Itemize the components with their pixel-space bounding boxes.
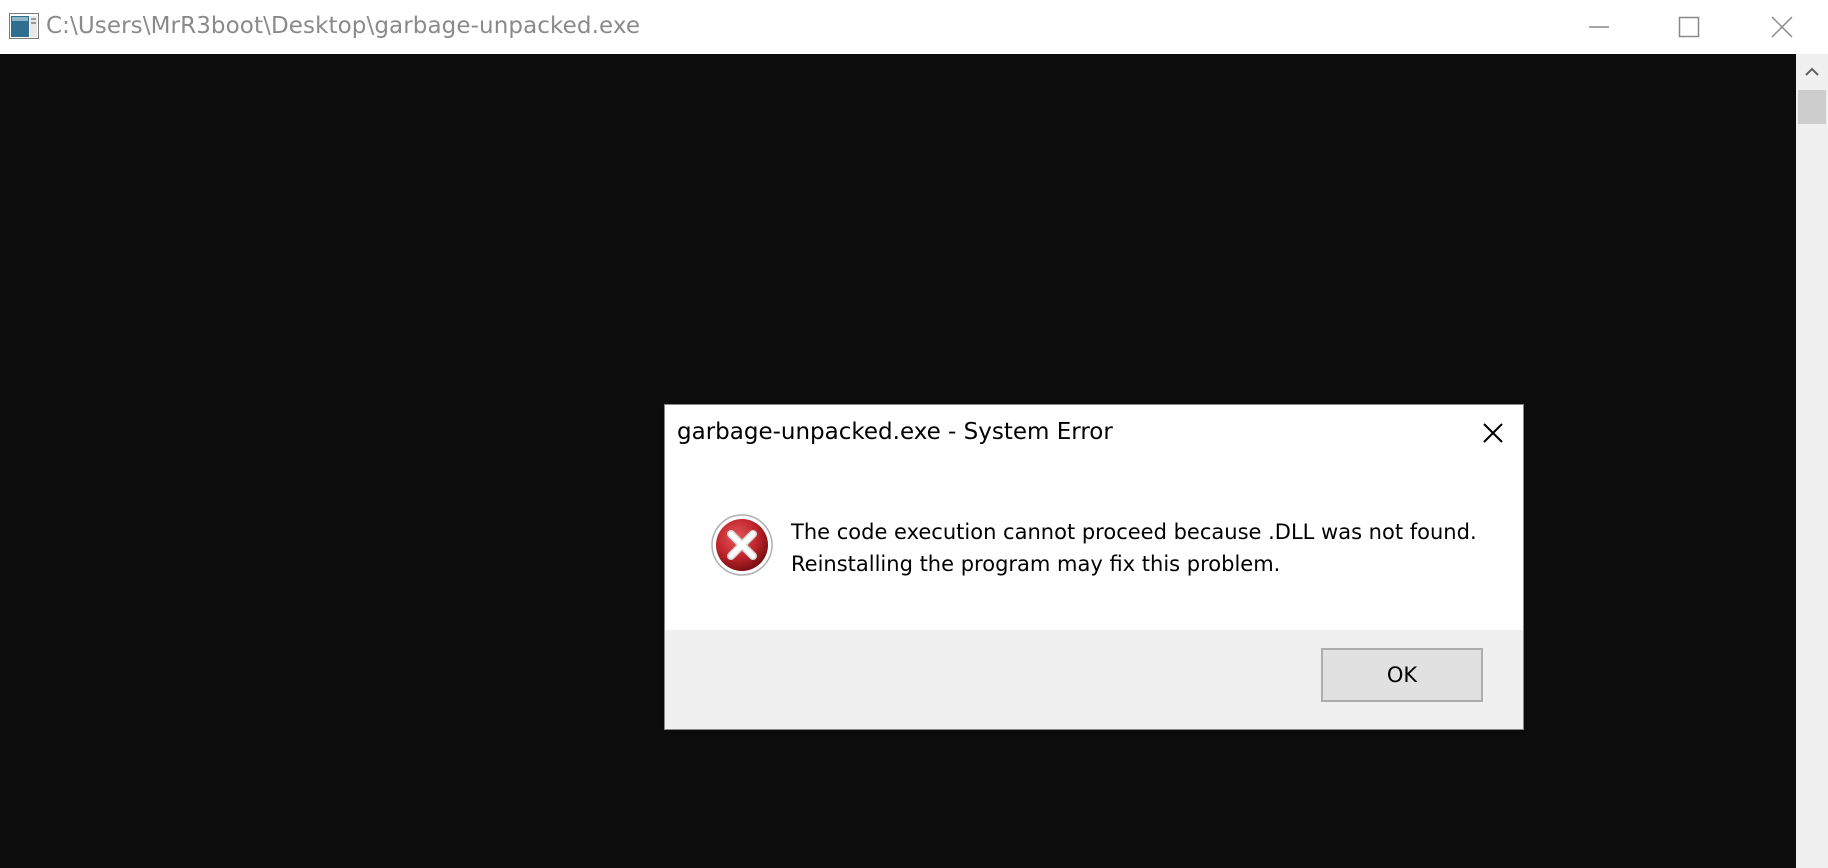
close-icon	[1481, 421, 1505, 449]
title-bar[interactable]: C:\Users\MrR3boot\Desktop\garbage-unpack…	[0, 0, 1828, 54]
ok-button[interactable]: OK	[1321, 648, 1483, 702]
scroll-up-button[interactable]	[1796, 54, 1828, 88]
minimize-button[interactable]	[1554, 0, 1644, 54]
close-icon	[1771, 16, 1793, 38]
console-window: C:\Users\MrR3boot\Desktop\garbage-unpack…	[0, 0, 1828, 868]
error-icon	[710, 513, 774, 577]
dialog-button-bar: OK	[665, 630, 1523, 729]
vertical-scrollbar[interactable]	[1796, 54, 1828, 868]
error-message: The code execution cannot proceed becaus…	[791, 516, 1477, 580]
scrollbar-thumb[interactable]	[1798, 90, 1826, 124]
dialog-title: garbage-unpacked.exe - System Error	[677, 419, 1113, 445]
maximize-button[interactable]	[1644, 0, 1734, 54]
error-message-line2: Reinstalling the program may fix this pr…	[791, 552, 1281, 576]
minimize-icon	[1588, 16, 1610, 38]
error-message-line1: The code execution cannot proceed becaus…	[791, 520, 1477, 544]
system-error-dialog: garbage-unpacked.exe - System Error The …	[664, 404, 1524, 730]
close-button[interactable]	[1737, 0, 1827, 54]
maximize-icon	[1678, 16, 1700, 38]
window-title: C:\Users\MrR3boot\Desktop\garbage-unpack…	[46, 13, 641, 39]
console-app-icon	[9, 13, 39, 39]
chevron-up-icon	[1805, 62, 1819, 81]
dialog-close-button[interactable]	[1471, 413, 1515, 457]
